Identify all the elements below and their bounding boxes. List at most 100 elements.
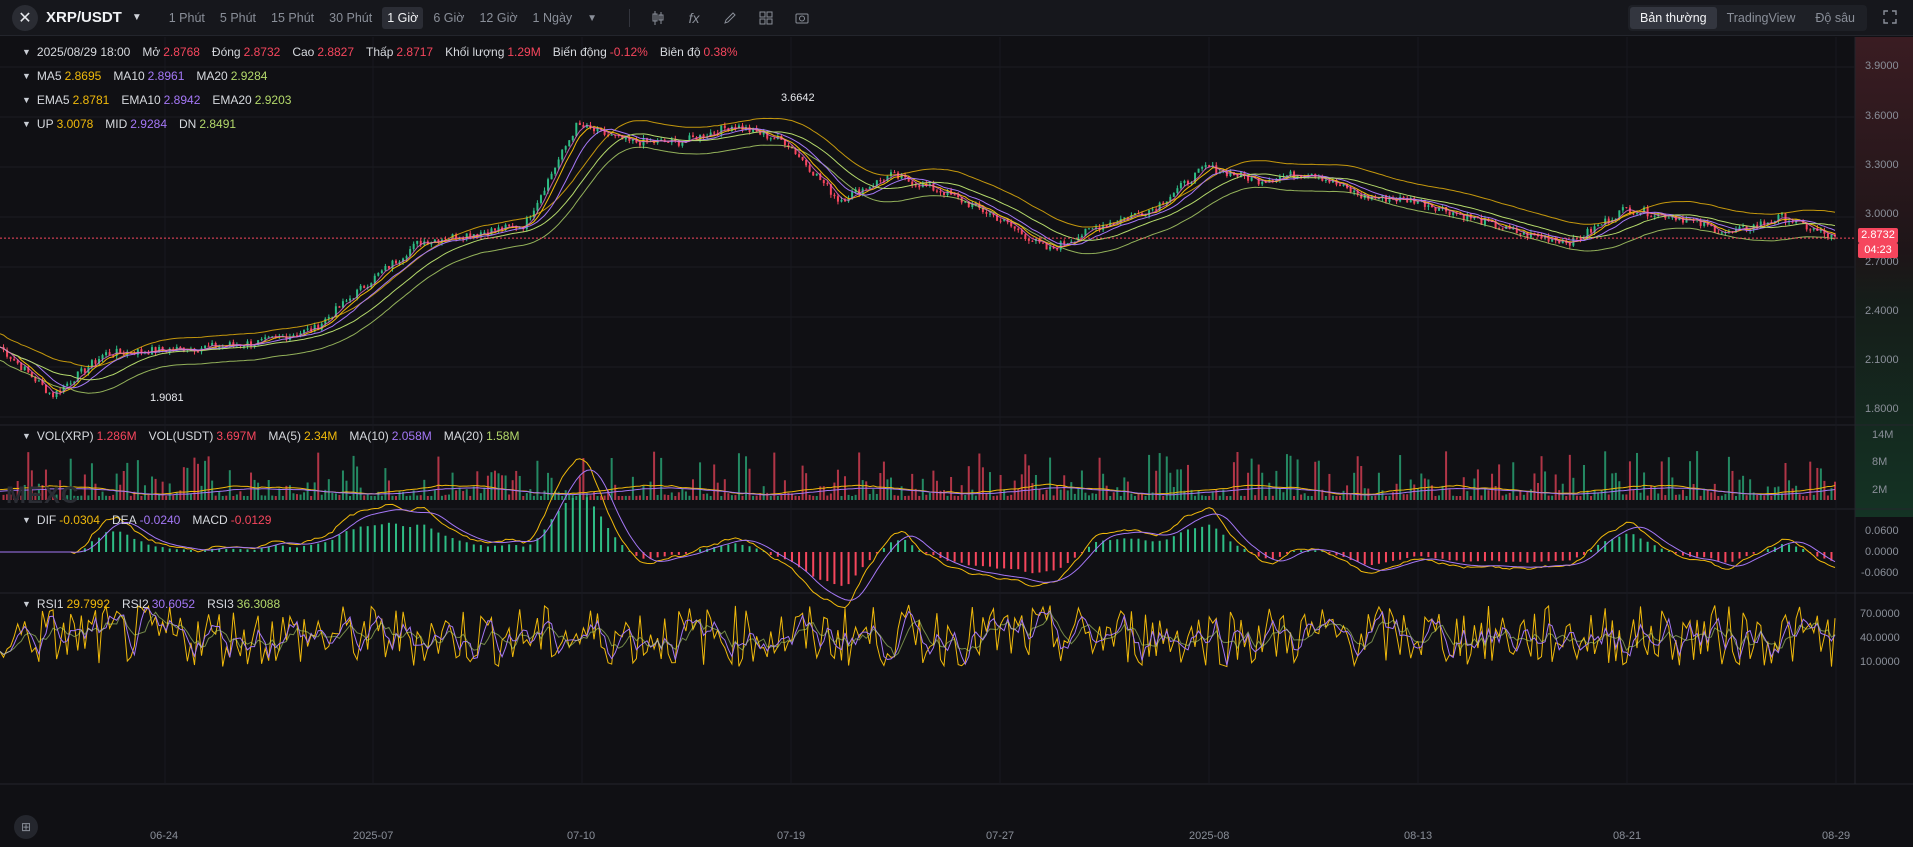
- macd-hist-bar: [684, 552, 687, 554]
- collapse-caret-icon[interactable]: ▼: [22, 95, 31, 105]
- pair-selector[interactable]: XRP/USDT: [46, 9, 122, 26]
- collapse-caret-icon[interactable]: ▼: [22, 119, 31, 129]
- candle-body: [1031, 240, 1034, 242]
- macd-hist-bar: [960, 552, 963, 563]
- volume-bar: [893, 495, 896, 500]
- macd-hist-bar: [861, 552, 864, 568]
- interval-12h[interactable]: 12 Giờ: [474, 7, 522, 29]
- candle-body: [571, 136, 574, 141]
- volume-bar: [1331, 495, 1334, 500]
- candle-type-icon[interactable]: [647, 7, 669, 29]
- collapse-caret-icon[interactable]: ▼: [22, 515, 31, 525]
- indicator-fx-icon[interactable]: fx: [683, 7, 705, 29]
- macd-hist-bar: [1392, 552, 1395, 561]
- volume-bar: [1377, 472, 1380, 500]
- macd-hist-bar: [1271, 552, 1274, 560]
- interval-6h[interactable]: 6 Giờ: [428, 7, 469, 29]
- volume-bar: [752, 495, 755, 500]
- volume-bar: [455, 490, 458, 500]
- volume-bar: [681, 488, 684, 500]
- volume-bar: [87, 495, 90, 500]
- fullscreen-icon[interactable]: [1883, 10, 1899, 26]
- collapse-caret-icon[interactable]: ▼: [22, 71, 31, 81]
- volume-bar: [1087, 495, 1090, 500]
- volume-bar: [886, 479, 889, 500]
- macd-hist-bar: [1448, 552, 1451, 561]
- open-value: 2.8768: [163, 45, 200, 59]
- volume-bar: [242, 495, 245, 500]
- interval-1m[interactable]: 1 Phút: [164, 7, 210, 29]
- volume-bar: [1681, 489, 1684, 500]
- macd-hist-bar: [1186, 529, 1189, 552]
- volume-bar: [189, 494, 192, 500]
- volume-bar: [1374, 495, 1377, 500]
- volume-bar: [1717, 495, 1720, 500]
- volume-bar: [409, 495, 412, 500]
- candle-body: [83, 368, 86, 373]
- macd-hist-bar: [1639, 538, 1642, 552]
- interval-1d[interactable]: 1 Ngày: [528, 7, 578, 29]
- volume-bar: [1406, 494, 1409, 500]
- volume-bar: [1257, 464, 1260, 500]
- macd-hist-bar: [1611, 539, 1614, 552]
- volume-bar: [140, 495, 143, 500]
- macd-hist-bar: [1377, 552, 1380, 564]
- macd-hist-bar: [1568, 552, 1571, 561]
- volume-bar: [706, 493, 709, 500]
- chart-area[interactable]: ▼ 2025/08/29 18:00 Mở 2.8768 Đóng 2.8732 C…: [0, 37, 1913, 847]
- interval-1h[interactable]: 1 Giờ: [382, 6, 424, 29]
- volume-bar: [557, 491, 560, 500]
- interval-30m[interactable]: 30 Phút: [324, 7, 377, 29]
- draw-pencil-icon[interactable]: [719, 7, 741, 29]
- macd-hist-bar: [1604, 541, 1607, 552]
- volume-bar: [1123, 477, 1126, 500]
- interval-15m[interactable]: 15 Phút: [266, 7, 319, 29]
- collapse-caret-icon[interactable]: ▼: [22, 431, 31, 441]
- change-label: Biến động: [552, 45, 607, 59]
- interval-dropdown-icon[interactable]: ▼: [582, 7, 602, 29]
- view-basic[interactable]: Bản thường: [1629, 7, 1717, 29]
- macd-hist-bar: [1731, 552, 1734, 562]
- candle-body: [1519, 233, 1522, 235]
- candle-body: [1201, 167, 1204, 169]
- volume-bar: [996, 495, 999, 500]
- volume-bar: [667, 495, 670, 500]
- candle-body: [1215, 165, 1218, 174]
- collapse-caret-icon[interactable]: ▼: [22, 47, 31, 57]
- volume-bar: [228, 470, 231, 500]
- volume-bar: [723, 479, 726, 500]
- candle-body: [66, 383, 69, 386]
- view-tradingview[interactable]: TradingView: [1717, 7, 1806, 29]
- volume-bar: [1112, 492, 1115, 500]
- macd-hist-bar: [1109, 540, 1112, 552]
- close-pair-icon[interactable]: ✕: [12, 4, 38, 31]
- interval-5m[interactable]: 5 Phút: [215, 7, 261, 29]
- settings-table-icon[interactable]: ⊞: [14, 815, 38, 839]
- macd-hist-bar: [1462, 552, 1465, 562]
- macd-hist-bar: [1017, 552, 1020, 570]
- volume-bar: [338, 494, 341, 500]
- candle-body: [988, 213, 991, 215]
- view-depth[interactable]: Độ sâu: [1805, 7, 1865, 29]
- volume-bar: [635, 495, 638, 500]
- volume-bar: [762, 486, 765, 500]
- candle-body: [1809, 229, 1812, 231]
- macd-hist-bar: [232, 548, 235, 552]
- volume-bar: [1119, 495, 1122, 500]
- camera-icon[interactable]: [791, 7, 813, 29]
- volume-bar: [126, 462, 129, 500]
- volume-bar: [1317, 460, 1320, 500]
- collapse-caret-icon[interactable]: ▼: [22, 599, 31, 609]
- volume-bar: [1010, 494, 1013, 500]
- volume-bar: [1208, 495, 1211, 500]
- macd-hist-bar: [161, 547, 164, 552]
- macd-hist-bar: [1625, 533, 1628, 552]
- layout-grid-icon[interactable]: [755, 7, 777, 29]
- volume-bar: [794, 495, 797, 500]
- pair-dropdown-icon[interactable]: ▼: [132, 12, 142, 23]
- volume-bar: [1264, 495, 1267, 500]
- candle-body: [879, 180, 882, 182]
- ema10-label: EMA10: [121, 93, 161, 107]
- macd-hist-bar: [1434, 552, 1437, 559]
- volume-bar: [501, 475, 504, 500]
